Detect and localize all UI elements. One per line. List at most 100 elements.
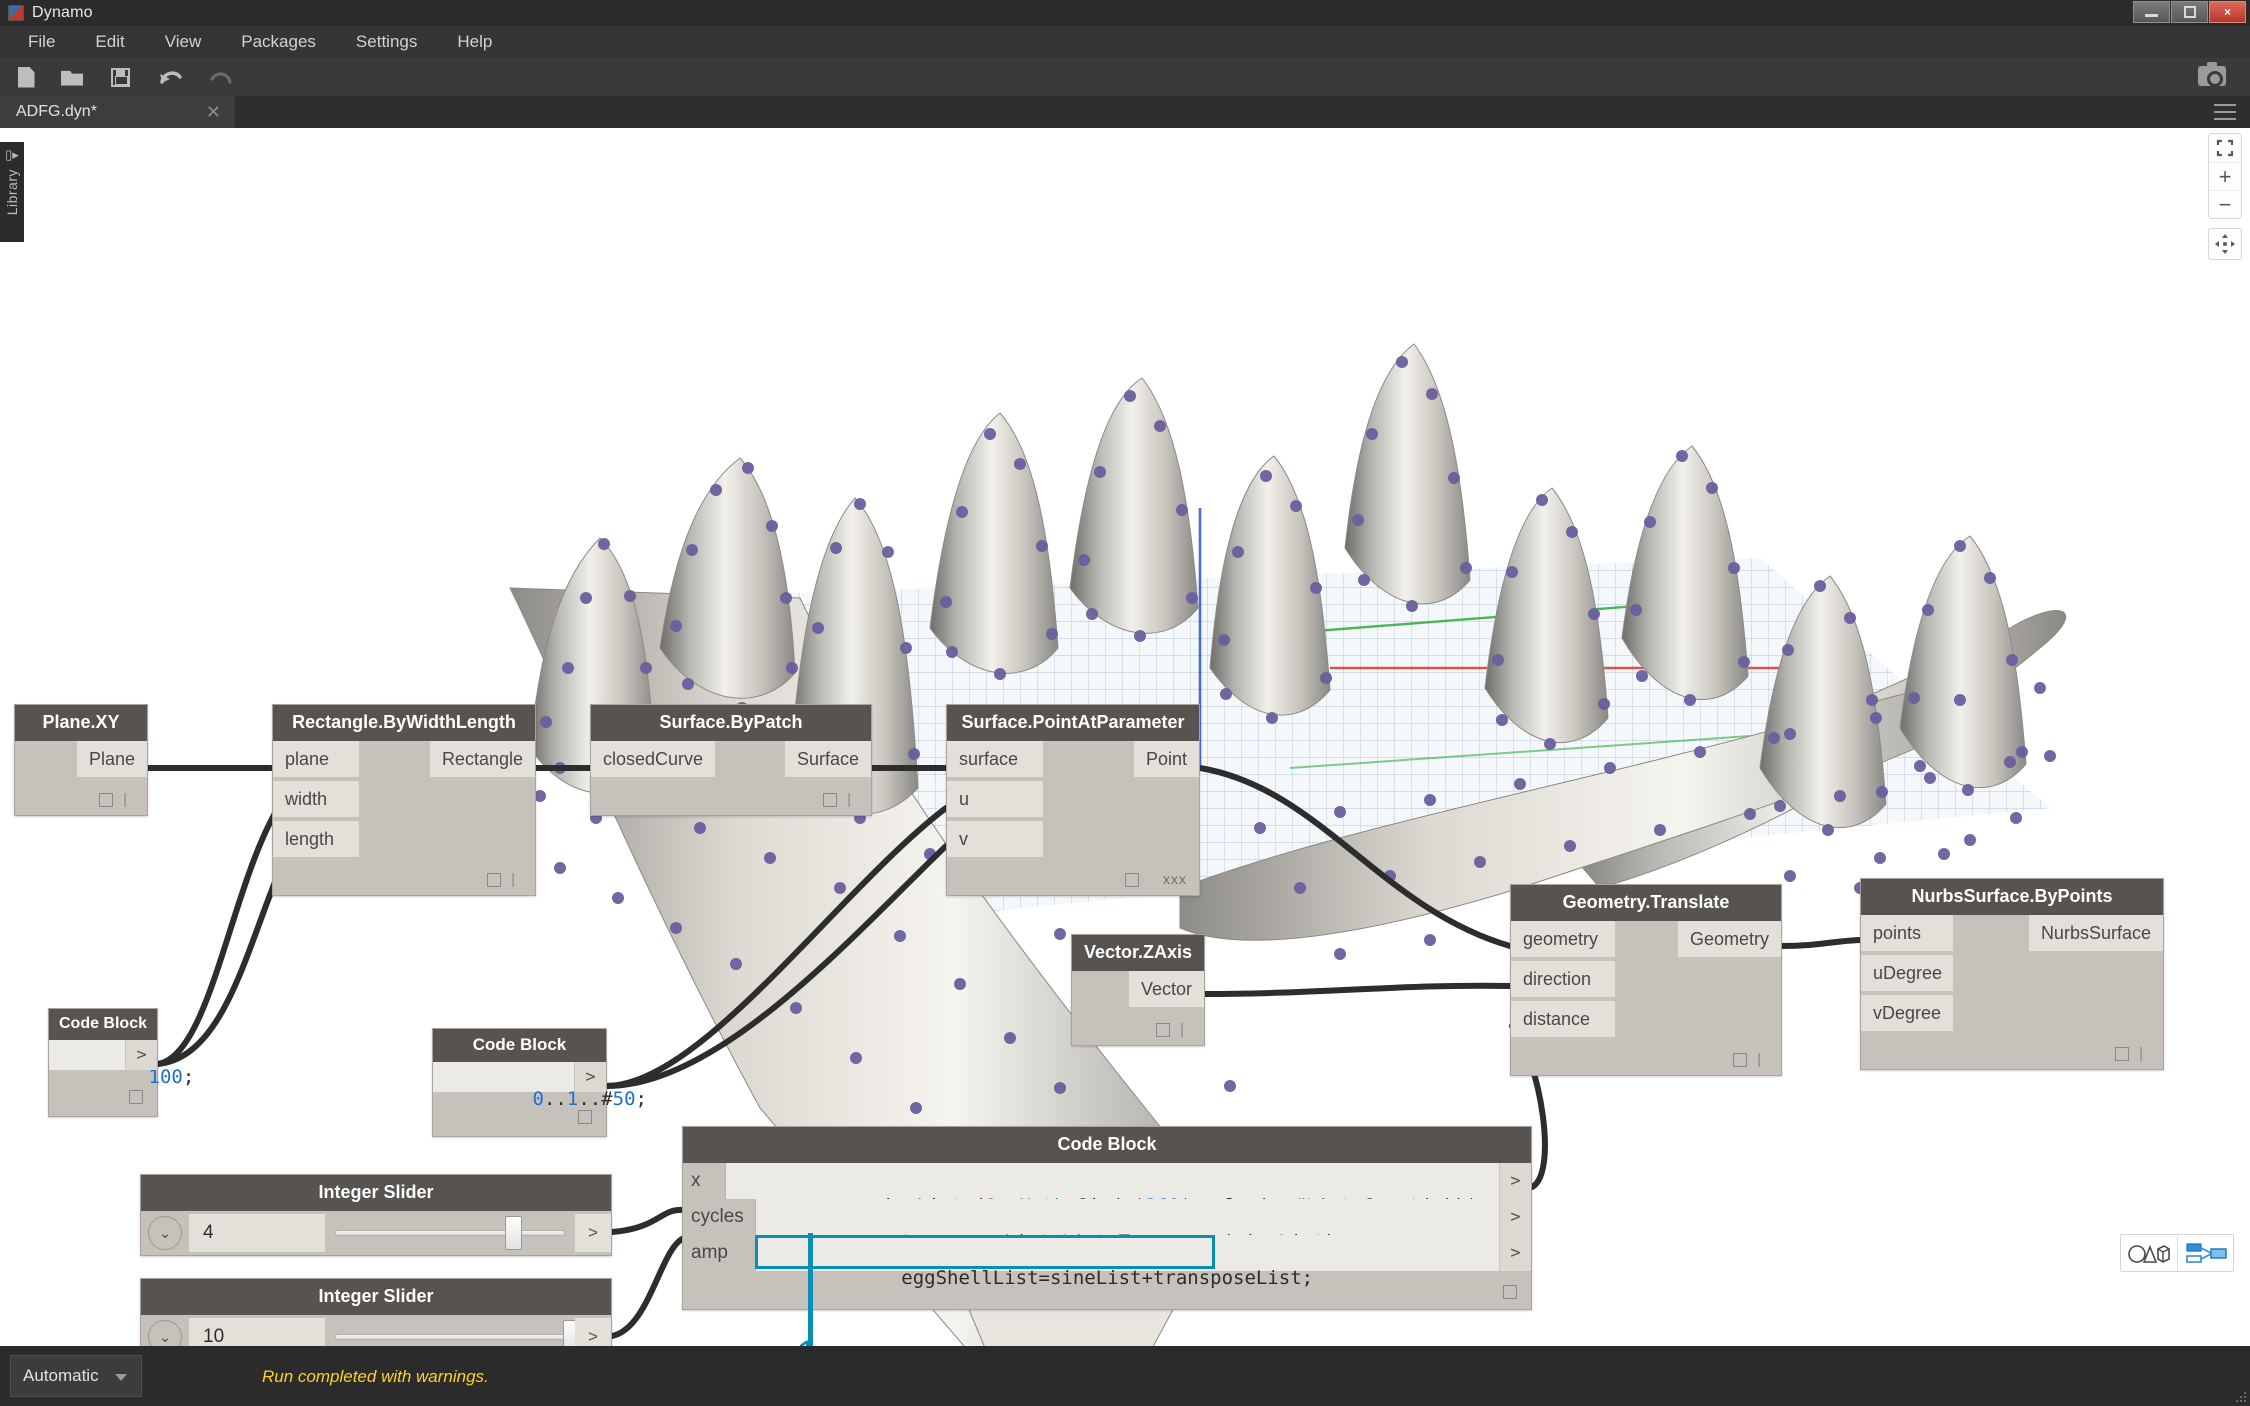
menu-file[interactable]: File [8,26,75,58]
preview-checkbox[interactable] [1733,1053,1747,1067]
preview-checkbox[interactable] [99,793,113,807]
code-line[interactable]: 0..1..#50; > [433,1062,647,1110]
input-port-x[interactable]: x [683,1163,725,1199]
graph-view-toggle[interactable] [2177,1235,2233,1271]
slider-track-area[interactable] [325,1214,575,1252]
camera-button[interactable] [2198,62,2228,88]
slider-expander-button[interactable]: ⌄ [148,1216,182,1250]
save-file-button[interactable] [106,63,134,91]
node-vector-zaxis[interactable]: Vector.ZAxis Vector | [1071,934,1205,1046]
slider-track-area[interactable] [325,1318,580,1346]
node-code-block-100[interactable]: Code Block 100; > [48,1008,194,1117]
minimize-button[interactable] [2133,1,2170,23]
input-port-direction[interactable]: direction [1511,961,1615,997]
node-surface-bypatch[interactable]: Surface.ByPatch closedCurve Surface | [590,704,872,816]
zoom-out-button[interactable]: − [2209,190,2241,218]
slider-value-input[interactable]: 4 [189,1214,325,1252]
zoom-in-button[interactable]: + [2209,162,2241,190]
menu-packages[interactable]: Packages [221,26,336,58]
open-file-button[interactable] [58,63,86,91]
node-integer-slider-amp[interactable]: Integer Slider ⌄ 10 > [140,1278,612,1346]
output-port-point[interactable]: Point [1133,741,1199,777]
input-port-width[interactable]: width [273,781,359,817]
slider-track[interactable] [335,1334,565,1340]
input-port-plane[interactable]: plane [273,741,359,777]
output-port-nurbssurface[interactable]: NurbsSurface [2028,915,2163,951]
hamburger-menu-icon[interactable] [2214,104,2236,120]
preview-checkbox[interactable] [487,873,501,887]
menu-view[interactable]: View [145,26,222,58]
maximize-button[interactable] [2171,1,2208,23]
preview-checkbox[interactable] [823,793,837,807]
code-line-2[interactable]: transposeList=List.Transpose(sineList); … [755,1199,1531,1253]
code-row: x sineList=(0..Math.Sin(x*360*cycles)..#… [683,1163,1531,1217]
input-port-udegree[interactable]: uDegree [1861,955,1953,991]
port-row: uDegree [1861,955,2163,995]
redo-button[interactable] [206,63,234,91]
tab-close-icon[interactable]: ✕ [206,102,221,123]
graph-canvas[interactable]: ▯▸ Library + − Plane.XY Plane | Rectangl… [0,128,2250,1346]
node-surface-pointatparameter[interactable]: Surface.PointAtParameter surface Point u… [946,704,1200,896]
code-line-3[interactable]: eggShellList=sineList+transposeList; > [755,1235,1531,1289]
background-preview-toggle[interactable] [2121,1235,2177,1271]
input-port-v[interactable]: v [947,821,1043,857]
preview-checkbox[interactable] [1125,873,1139,887]
slider-thumb[interactable] [505,1216,522,1250]
input-port-u[interactable]: u [947,781,1043,817]
slider-value-input[interactable]: 10 [189,1318,325,1346]
output-port-1[interactable]: > [1499,1163,1531,1199]
slider-output-port[interactable]: > [575,1214,611,1252]
output-port-plane[interactable]: Plane [76,741,147,777]
node-plane-xy[interactable]: Plane.XY Plane | [14,704,148,816]
input-port-vdegree[interactable]: vDegree [1861,995,1953,1031]
preview-checkbox[interactable] [578,1110,592,1124]
node-body: Vector | [1072,971,1204,1045]
input-port-distance[interactable]: distance [1511,1001,1615,1037]
output-port-2[interactable]: > [1499,1199,1531,1235]
fit-to-screen-button[interactable] [2209,134,2241,162]
library-panel-collapsed[interactable]: ▯▸ Library [0,142,24,242]
close-button[interactable]: × [2209,1,2246,23]
slider-output-port[interactable]: > [575,1318,611,1346]
code-line[interactable]: 100; > [49,1040,194,1088]
input-port-length[interactable]: length [273,821,359,857]
output-port[interactable]: > [574,1062,606,1092]
input-port-surface[interactable]: surface [947,741,1043,777]
menu-help[interactable]: Help [437,26,512,58]
port-row: Plane [15,741,147,781]
resize-grip[interactable] [2234,1390,2248,1404]
node-geometry-translate[interactable]: Geometry.Translate geometry Geometry dir… [1510,884,1782,1076]
node-rectangle-bywidthlength[interactable]: Rectangle.ByWidthLength plane Rectangle … [272,704,536,896]
run-mode-dropdown[interactable]: Automatic [10,1355,142,1397]
node-integer-slider-cycles[interactable]: Integer Slider ⌄ 4 > [140,1174,612,1256]
input-port-closedcurve[interactable]: closedCurve [591,741,715,777]
output-port-geometry[interactable]: Geometry [1677,921,1781,957]
preview-checkbox[interactable] [129,1090,143,1104]
preview-checkbox[interactable] [2115,1047,2129,1061]
menu-settings[interactable]: Settings [336,26,437,58]
new-file-button[interactable] [12,63,40,91]
code-line-1[interactable]: sineList=(0..Math.Sin(x*360*cycles)..#Li… [724,1163,1531,1217]
menu-edit[interactable]: Edit [75,26,144,58]
node-code-block-range[interactable]: Code Block 0..1..#50; > [432,1028,647,1137]
preview-checkbox[interactable] [1156,1023,1170,1037]
node-nurbssurface-bypoints[interactable]: NurbsSurface.ByPoints points NurbsSurfac… [1860,878,2164,1070]
slider-track[interactable] [335,1230,565,1236]
pan-button[interactable] [2208,228,2242,260]
output-port[interactable]: > [125,1040,157,1070]
undo-button[interactable] [156,63,184,91]
input-port-geometry[interactable]: geometry [1511,921,1615,957]
output-port-3[interactable]: > [1499,1235,1531,1271]
output-port-rectangle[interactable]: Rectangle [429,741,535,777]
annotation-number-1: 1 [796,1333,818,1346]
restore-icon [2183,6,2196,18]
input-port-cycles[interactable]: cycles [683,1199,755,1235]
tab-adfg-dyn[interactable]: ADFG.dyn* ✕ [0,96,235,128]
output-port-vector[interactable]: Vector [1128,971,1204,1007]
input-port-amp[interactable]: amp [683,1235,755,1271]
library-expand-icon[interactable]: ▯▸ [5,148,19,161]
input-port-points[interactable]: points [1861,915,1953,951]
preview-checkbox[interactable] [1503,1285,1517,1299]
slider-expander-button[interactable]: ⌄ [148,1320,182,1346]
output-port-surface[interactable]: Surface [784,741,871,777]
